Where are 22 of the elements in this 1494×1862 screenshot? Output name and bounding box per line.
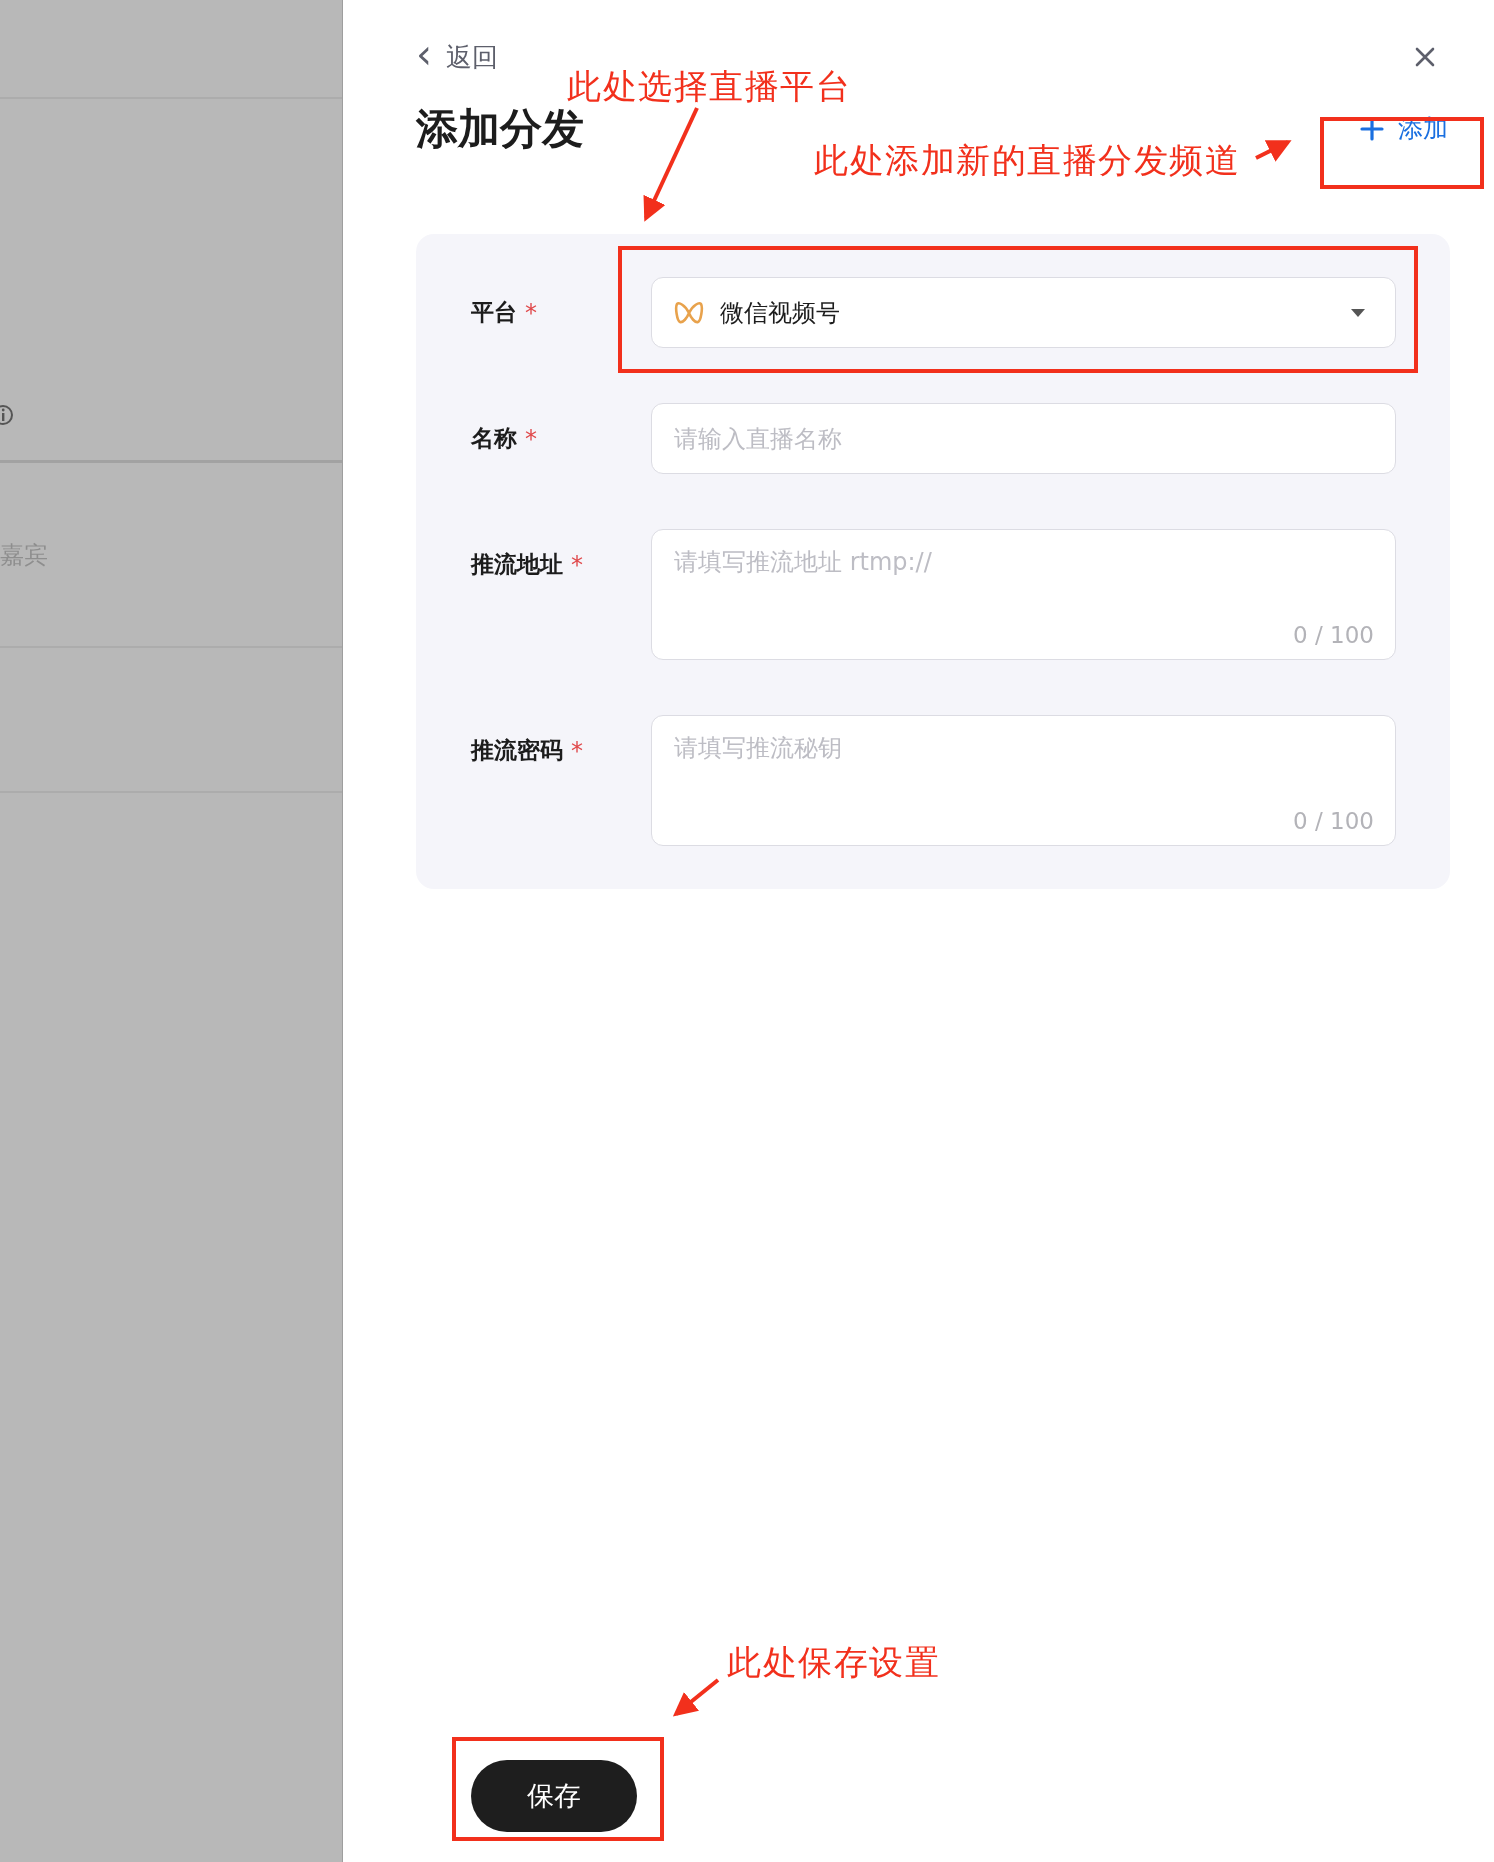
info-icon (0, 404, 14, 426)
field-label: 推流密码 (471, 736, 563, 765)
arrow (1255, 140, 1292, 162)
character-counter: 0 / 100 (1293, 622, 1374, 648)
field-label: 推流地址 (471, 550, 563, 579)
caret-icon (1351, 308, 1365, 317)
required-mark: * (571, 550, 583, 579)
required-mark: * (525, 298, 537, 327)
arrow (672, 1678, 720, 1717)
character-counter: 0 / 100 (1293, 808, 1374, 834)
save-button[interactable]: 保存 (471, 1760, 637, 1832)
required-mark: * (571, 736, 583, 765)
field-label: 平台 (471, 298, 517, 327)
back-link[interactable]: ‹ 返回 (416, 39, 498, 75)
annotation-text: 此处保存设置 (727, 1641, 940, 1684)
field-label: 名称 (471, 424, 517, 453)
channels-logo-icon (674, 300, 704, 325)
annotation-text: 此处添加新的直播分发频道 (814, 139, 1240, 182)
platform-select[interactable]: 微信视频号 (651, 277, 1396, 348)
close-icon[interactable] (1414, 46, 1436, 68)
input-field[interactable]: 请输入直播名称 (651, 403, 1396, 474)
required-mark: * (525, 424, 537, 453)
